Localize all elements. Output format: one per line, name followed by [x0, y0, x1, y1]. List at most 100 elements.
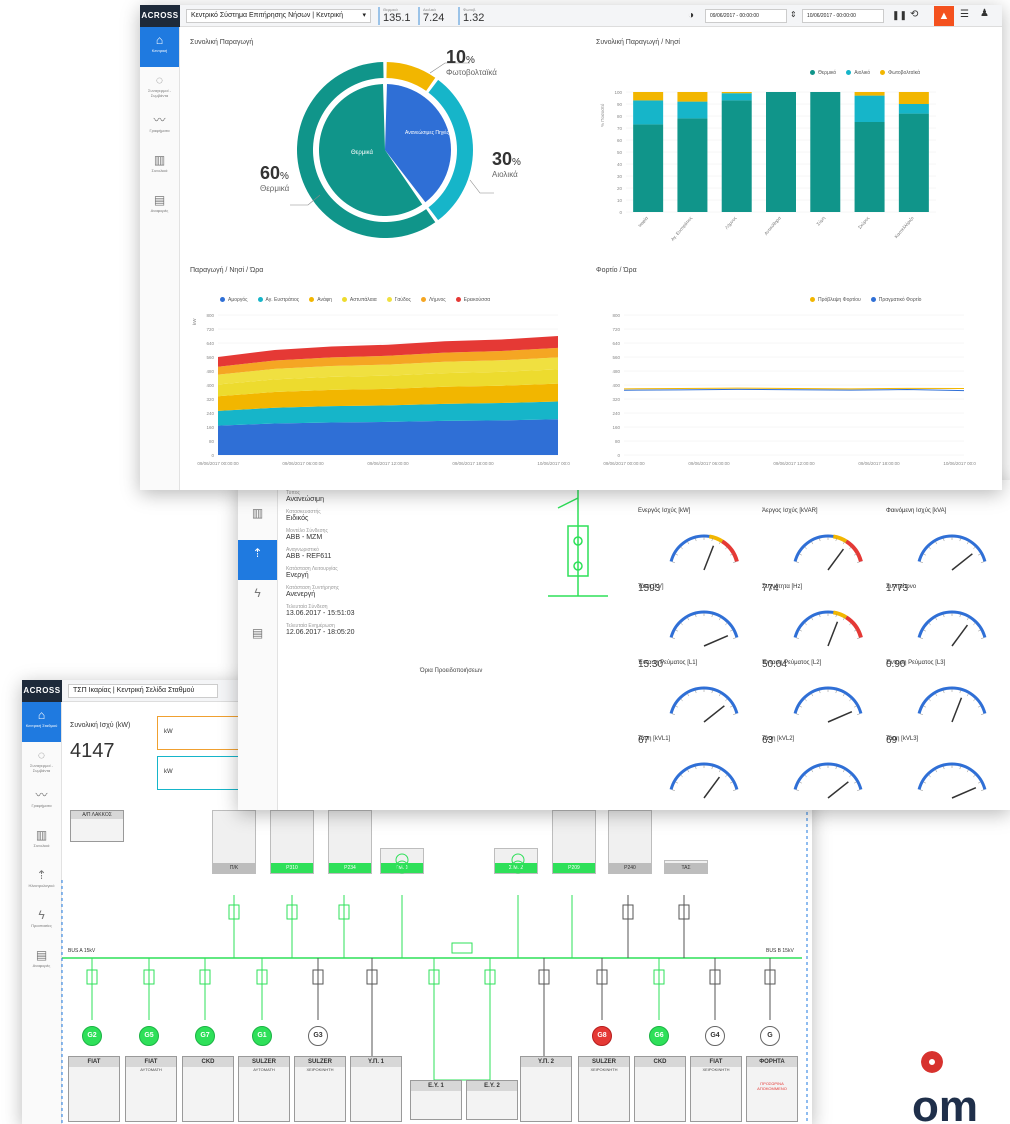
- legend-dot-icon: [870, 297, 876, 303]
- x-tick-label: Λήμνος: [723, 214, 738, 230]
- upload-icon: ⇡: [252, 546, 263, 560]
- y-tick-label: 160: [206, 425, 214, 430]
- gauge-dial: [669, 686, 739, 723]
- unit-card[interactable]: SULZER ΑΥΤΟΜΑΤΗ: [238, 1056, 290, 1122]
- scada-sidebar-item-reports[interactable]: ▤ Αναφορές: [22, 942, 61, 982]
- generator-g6[interactable]: G6: [649, 1026, 669, 1046]
- gauge-needle: [951, 624, 969, 647]
- sidebar-item-totals[interactable]: ▥ Συνολικά: [140, 147, 179, 187]
- gauge-tick: [980, 789, 985, 791]
- unit-card[interactable]: Ε.Υ. 2: [466, 1080, 518, 1120]
- scada-sidebar-item-home[interactable]: ⌂ Κεντρική Σταθμού: [22, 702, 61, 742]
- legend-item[interactable]: Πραγματικό Φορτίο: [870, 297, 921, 303]
- half-moon-icon[interactable]: ◑: [688, 10, 694, 21]
- gauge-tick: [923, 781, 927, 784]
- unit-card[interactable]: FIAT: [68, 1056, 120, 1122]
- generator-g1[interactable]: G1: [252, 1026, 272, 1046]
- unit-card[interactable]: SULZER ΧΕΙΡΟΚΙΝΗΤΗ: [294, 1056, 346, 1122]
- y-tick-label: 160: [612, 425, 620, 430]
- kw-unit-1: kW: [164, 729, 173, 735]
- scada-sidebar-item-electrical[interactable]: ⇡ Ηλεκτρολογικό: [22, 862, 61, 902]
- bar-segment-Ικαρία: [633, 124, 664, 212]
- gauge-tick: [943, 766, 945, 770]
- feeder-box[interactable]: P234: [328, 810, 372, 874]
- gauge-tick: [935, 541, 938, 545]
- history-icon[interactable]: ⟲: [910, 9, 918, 20]
- gauge-danger-arc: [845, 615, 863, 639]
- alert-button[interactable]: ▲: [934, 6, 954, 26]
- scada-sidebar-item-totals[interactable]: ▥ Συνολικά: [22, 822, 61, 862]
- unit-card[interactable]: FIAT ΧΕΙΡΟΚΙΝΗΤΗ: [690, 1056, 742, 1122]
- gauge-tick: [687, 769, 690, 773]
- generator-g3[interactable]: G3: [308, 1026, 328, 1046]
- y-tick-label: 20: [617, 186, 623, 191]
- feeder-box[interactable]: P209: [552, 810, 596, 874]
- station-select[interactable]: ΤΣΠ Ικαρίας | Κεντρική Σελίδα Σταθμού: [68, 684, 218, 698]
- unit-card[interactable]: Υ.Π. 2: [520, 1056, 572, 1122]
- legend-dot-icon: [810, 70, 815, 76]
- sidebar-item-alarms[interactable]: ◌ Συναγερμοί - Συμβάντα: [140, 67, 179, 107]
- legend-item[interactable]: Θερμικό: [810, 70, 836, 76]
- legend-item[interactable]: Λήμνος: [420, 297, 446, 303]
- unit-card[interactable]: Ε.Υ. 1: [410, 1080, 462, 1120]
- legend-item[interactable]: Αγ. Ευστράτιος: [257, 297, 299, 303]
- gauge-tick: [795, 561, 800, 563]
- feeder-box[interactable]: ΤΑΣ: [664, 860, 708, 874]
- legend-item[interactable]: Φωτοβολταϊκά: [880, 70, 920, 76]
- gauge-tick: [919, 637, 924, 639]
- unit-card[interactable]: ΦΟΡΗΤΑ ΠΡΟΣΩΡΙΝΑ ΑΠΟΚΟΜΜΕΝΟ: [746, 1056, 798, 1122]
- user-icon[interactable]: ♟: [980, 8, 989, 19]
- gauge-tick: [711, 766, 713, 770]
- feeder-box[interactable]: P310: [270, 810, 314, 874]
- detail-sidebar-item-reports[interactable]: ▤: [238, 620, 277, 660]
- gauge-tick: [804, 774, 807, 778]
- feeder-box[interactable]: P240: [608, 810, 652, 874]
- system-select[interactable]: Κεντρικό Σύστημα Επιτήρησης Νήσων | Κεντ…: [186, 9, 371, 23]
- gauge-tick: [732, 789, 737, 791]
- generator-g4[interactable]: G4: [705, 1026, 725, 1046]
- legend-item[interactable]: Αιολικό: [846, 70, 870, 76]
- generator-g[interactable]: G: [760, 1026, 780, 1046]
- unit-card[interactable]: Υ.Π. 1: [350, 1056, 402, 1122]
- legend-item[interactable]: Πρόβλεψη Φορτίου: [810, 297, 861, 303]
- alarm-box[interactable]: Α/Π ΛΑΚΚΟΣ: [70, 810, 124, 842]
- dashboard-sidebar: ⌂ Κεντρική ◌ Συναγερμοί - Συμβάντα 〰 Γρα…: [140, 27, 180, 490]
- scada-sidebar-item-charts[interactable]: 〰 Γραφήματα: [22, 782, 61, 822]
- legend-item[interactable]: Ερεικούσσα: [455, 297, 490, 303]
- generator-g8[interactable]: G8: [592, 1026, 612, 1046]
- generator-g2[interactable]: G2: [82, 1026, 102, 1046]
- unit-card[interactable]: CKD: [634, 1056, 686, 1122]
- stepper-icon[interactable]: ⇕: [790, 10, 797, 19]
- date-to-input[interactable]: 10/06/2017 - 00:00:00: [802, 9, 884, 23]
- gauge-tick: [671, 789, 676, 791]
- scada-logo: ACROSS: [22, 680, 62, 702]
- legend-item[interactable]: Αμοργός: [220, 297, 248, 303]
- legend-item[interactable]: Αστυπάλαια: [341, 297, 377, 303]
- island-production-bar-chart: 0 10 20 30 40 50 60 70 80 90 100 % Ποσοστό Ικαρία Αγ.…: [599, 90, 936, 242]
- scada-sidebar-item-protection[interactable]: ϟ Προστασίες: [22, 902, 61, 942]
- unit-card[interactable]: CKD: [182, 1056, 234, 1122]
- feeder-box[interactable]: ΓΜ. 1: [380, 848, 424, 874]
- legend-item[interactable]: Γαύδος: [386, 297, 411, 303]
- legend-item[interactable]: Ανάφη: [309, 297, 332, 303]
- feeder-box[interactable]: Σ.Μ. 2: [494, 848, 538, 874]
- gauge-tick: [819, 538, 821, 542]
- unit-card[interactable]: FIAT ΑΥΤΟΜΑΤΗ: [125, 1056, 177, 1122]
- sliders-icon[interactable]: ☰: [960, 9, 969, 20]
- date-from-input[interactable]: 09/06/2017 - 00:00:00: [705, 9, 787, 23]
- unit-card[interactable]: SULZER ΧΕΙΡΟΚΙΝΗΤΗ: [578, 1056, 630, 1122]
- detail-sidebar-item-protection[interactable]: ϟ: [238, 580, 277, 620]
- sidebar-item-reports[interactable]: ▤ Αναφορές: [140, 187, 179, 227]
- detail-sidebar-item-totals[interactable]: ▥: [238, 500, 277, 540]
- scada-sidebar-item-alarms[interactable]: ◌ Συναγερμοί - Συμβάντα: [22, 742, 61, 782]
- sidebar-item-home[interactable]: ⌂ Κεντρική: [140, 27, 179, 67]
- gauge-tick: [675, 705, 679, 708]
- feeder-box[interactable]: Π/Κ: [212, 810, 256, 874]
- sidebar-item-charts[interactable]: 〰 Γραφήματα: [140, 107, 179, 147]
- generator-g5[interactable]: G5: [139, 1026, 159, 1046]
- pause-icon[interactable]: ❚❚: [892, 10, 907, 21]
- detail-sidebar-item-electrical[interactable]: ⇡: [238, 540, 277, 580]
- gauge-tick: [977, 781, 981, 784]
- generator-g7[interactable]: G7: [195, 1026, 215, 1046]
- gauge-tick: [687, 541, 690, 545]
